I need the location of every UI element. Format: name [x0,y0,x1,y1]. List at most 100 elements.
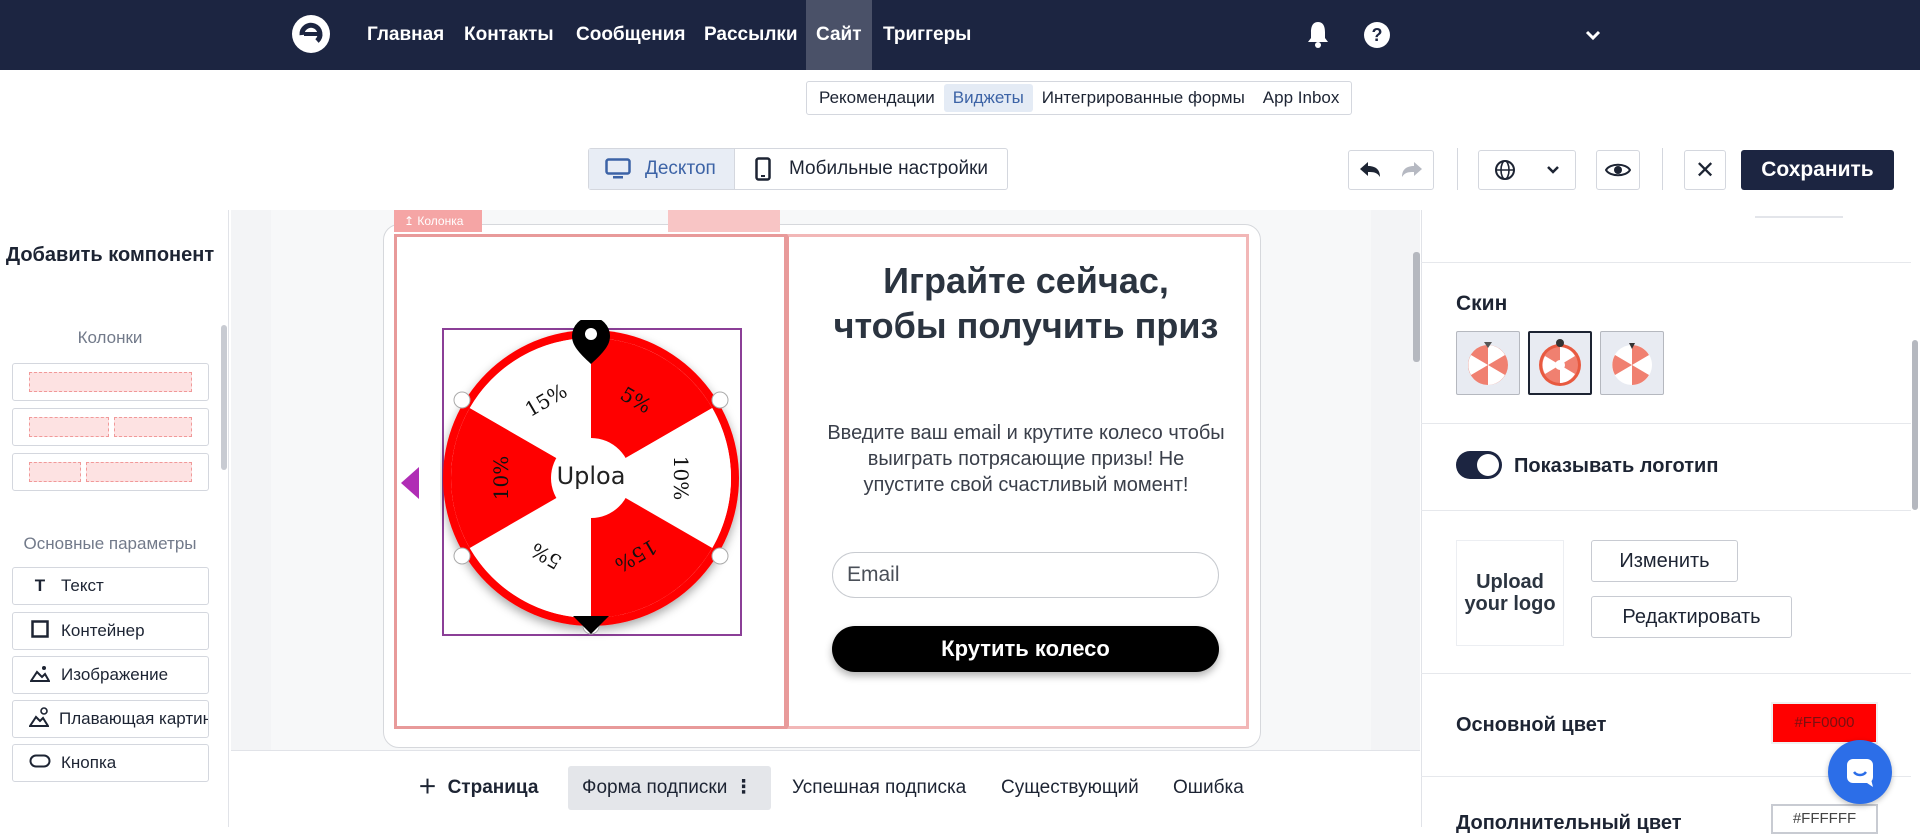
divider [1421,262,1911,263]
component-label: Изображение [61,665,169,684]
chevron-down-icon [1547,166,1559,174]
redo-icon[interactable] [1391,151,1433,189]
fortune-wheel[interactable]: 5%10%15%5%10%15% Uploa [440,320,742,660]
help-icon[interactable]: ? [1364,22,1390,48]
skin-option-3[interactable] [1600,331,1664,395]
column-layout-2[interactable] [12,408,209,446]
component-text[interactable]: T Текст [12,567,209,605]
component-floating-image[interactable]: Плавающая картинка [12,700,209,738]
app-logo[interactable] [290,13,332,55]
chevron-down-icon[interactable] [1584,26,1602,44]
column-tools[interactable] [668,210,780,232]
panel-title: Добавить компонент [5,244,215,266]
device-toggle: Десктоп Мобильные настройки [588,148,1008,190]
button-icon [29,753,51,773]
tab-error[interactable]: Ошибка [1173,766,1244,810]
widget-description[interactable]: Введите ваш email и крутите колесо чтобы… [826,420,1226,498]
skin-label: Скин [1456,292,1508,315]
divider [1662,148,1663,190]
top-navigation: Главная Контакты Сообщения Рассылки Сайт… [0,0,1920,70]
component-label: Контейнер [61,621,145,640]
subnav-app-inbox[interactable]: App Inbox [1254,84,1349,112]
show-logo-label: Показывать логотип [1514,455,1719,477]
scrollbar[interactable] [1912,340,1918,510]
divider [1421,673,1911,674]
main-color-swatch[interactable]: #FF0000 [1771,702,1878,744]
email-field[interactable]: Email [832,552,1219,598]
globe-icon [1495,160,1515,180]
nav-messages[interactable]: Сообщения [576,0,686,70]
site-subnav: Рекомендации Виджеты Интегрированные фор… [806,81,1353,115]
component-label: Кнопка [61,753,117,772]
spin-wheel-button[interactable]: Крутить колесо [832,626,1219,672]
monitor-icon [605,158,631,179]
component-label: Плавающая картинка [59,709,208,728]
secondary-color-label: Дополнительный цвет [1456,812,1682,834]
scrollbar[interactable] [221,325,227,470]
floating-image-icon [28,706,50,732]
subnav-widgets[interactable]: Виджеты [943,84,1033,112]
columns-label: Колонки [77,328,143,347]
wheel-segment-label: 10% [489,456,513,500]
add-page-label: Страница [447,777,539,798]
logo-placeholder[interactable]: Upload your logo [1456,540,1564,646]
undo-icon[interactable] [1349,151,1391,189]
wheel-segment-label: 10% [669,456,693,500]
undo-redo-group [1348,150,1434,190]
subnav-recommendations[interactable]: Рекомендации [810,84,944,112]
component-image[interactable]: Изображение [12,656,209,694]
column-block [29,462,81,482]
divider [1421,510,1911,511]
mobile-mode-button[interactable]: Мобильные настройки [735,149,988,189]
nav-mailings[interactable]: Рассылки [704,0,798,70]
scrollbar[interactable] [1413,252,1420,362]
tab-existing[interactable]: Существующий [1001,766,1139,810]
tab-success[interactable]: Успешная подписка [792,766,966,810]
wheel-skin-icon [1539,339,1581,386]
column-block [114,417,192,437]
arrow-left-icon[interactable] [399,465,421,501]
divider [1421,423,1911,424]
wheel-skin-icon [1468,342,1508,385]
desktop-mode-button[interactable]: Десктоп [589,149,735,189]
nav-contacts[interactable]: Контакты [464,0,554,70]
column-badge-label: Колонка [417,214,464,228]
column-badge[interactable]: ↥ Колонка [394,210,482,232]
skin-option-2[interactable] [1528,331,1592,395]
column-layout-1[interactable] [12,363,209,401]
nav-triggers[interactable]: Триггеры [883,0,971,70]
basic-params-label: Основные параметры [23,534,197,553]
column-layout-3[interactable] [12,453,209,491]
nav-site[interactable]: Сайт [806,0,872,70]
chat-icon[interactable] [1828,740,1892,804]
edit-logo-button[interactable]: Редактировать [1591,596,1792,638]
close-icon[interactable]: ✕ [1684,150,1726,190]
more-vert-icon[interactable]: ⋮ [734,766,753,810]
subnav-integrated-forms[interactable]: Интегрированные формы [1033,84,1254,112]
column-block [86,462,192,482]
change-logo-button[interactable]: Изменить [1591,540,1738,582]
component-label: Текст [61,576,104,595]
save-button[interactable]: Сохранить [1741,150,1894,190]
text-icon: T [34,576,46,595]
language-select[interactable] [1478,150,1576,190]
column-block [29,372,192,392]
nav-home[interactable]: Главная [367,0,444,70]
wheel-skin-icon [1612,343,1652,385]
tab-label: Форма подписки [582,777,728,798]
divider [1755,216,1843,218]
secondary-color-swatch[interactable]: #FFFFFF [1771,804,1878,834]
desktop-label: Десктоп [645,158,716,179]
wheel-center-text: Uploa [557,462,626,490]
preview-button[interactable] [1596,150,1640,190]
component-button[interactable]: Кнопка [12,744,209,782]
main-color-label: Основной цвет [1456,714,1607,736]
widget-heading[interactable]: Играйте сейчас, чтобы получить приз [826,258,1226,348]
tab-subscription-form[interactable]: Форма подписки ⋮ [568,766,771,810]
phone-icon [755,157,771,181]
add-page-button[interactable]: ＋ Страница [418,766,538,810]
bell-icon[interactable] [1306,20,1330,48]
mobile-label: Мобильные настройки [789,158,989,179]
skin-option-1[interactable] [1456,331,1520,395]
component-container[interactable]: Контейнер [12,612,209,650]
